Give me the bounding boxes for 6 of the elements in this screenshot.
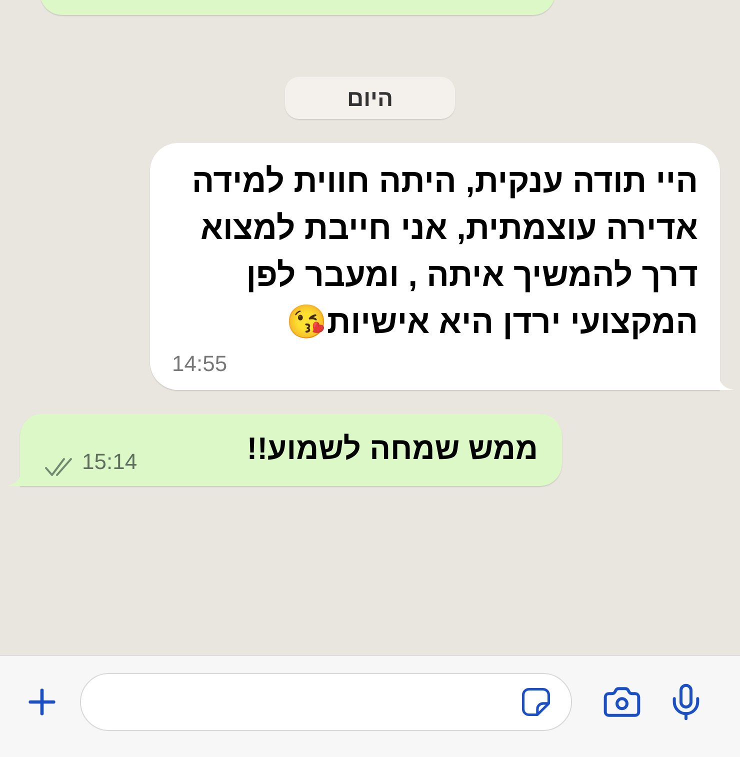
message-time: 15:14 <box>82 448 138 476</box>
message-time: 14:55 <box>172 350 228 378</box>
message-text: ממש שמחה לשמוע!! <box>246 430 538 468</box>
date-chip: היום <box>285 77 455 119</box>
sticker-icon[interactable] <box>519 685 553 719</box>
message-text: היי תודה ענקית, היתה חווית למידה אדירה עוצמתית, אני חייבת למצוא דרך להמשיך איתה , ומעבר לפן המקצועי ירדן היא אישיות😘 <box>190 161 698 342</box>
